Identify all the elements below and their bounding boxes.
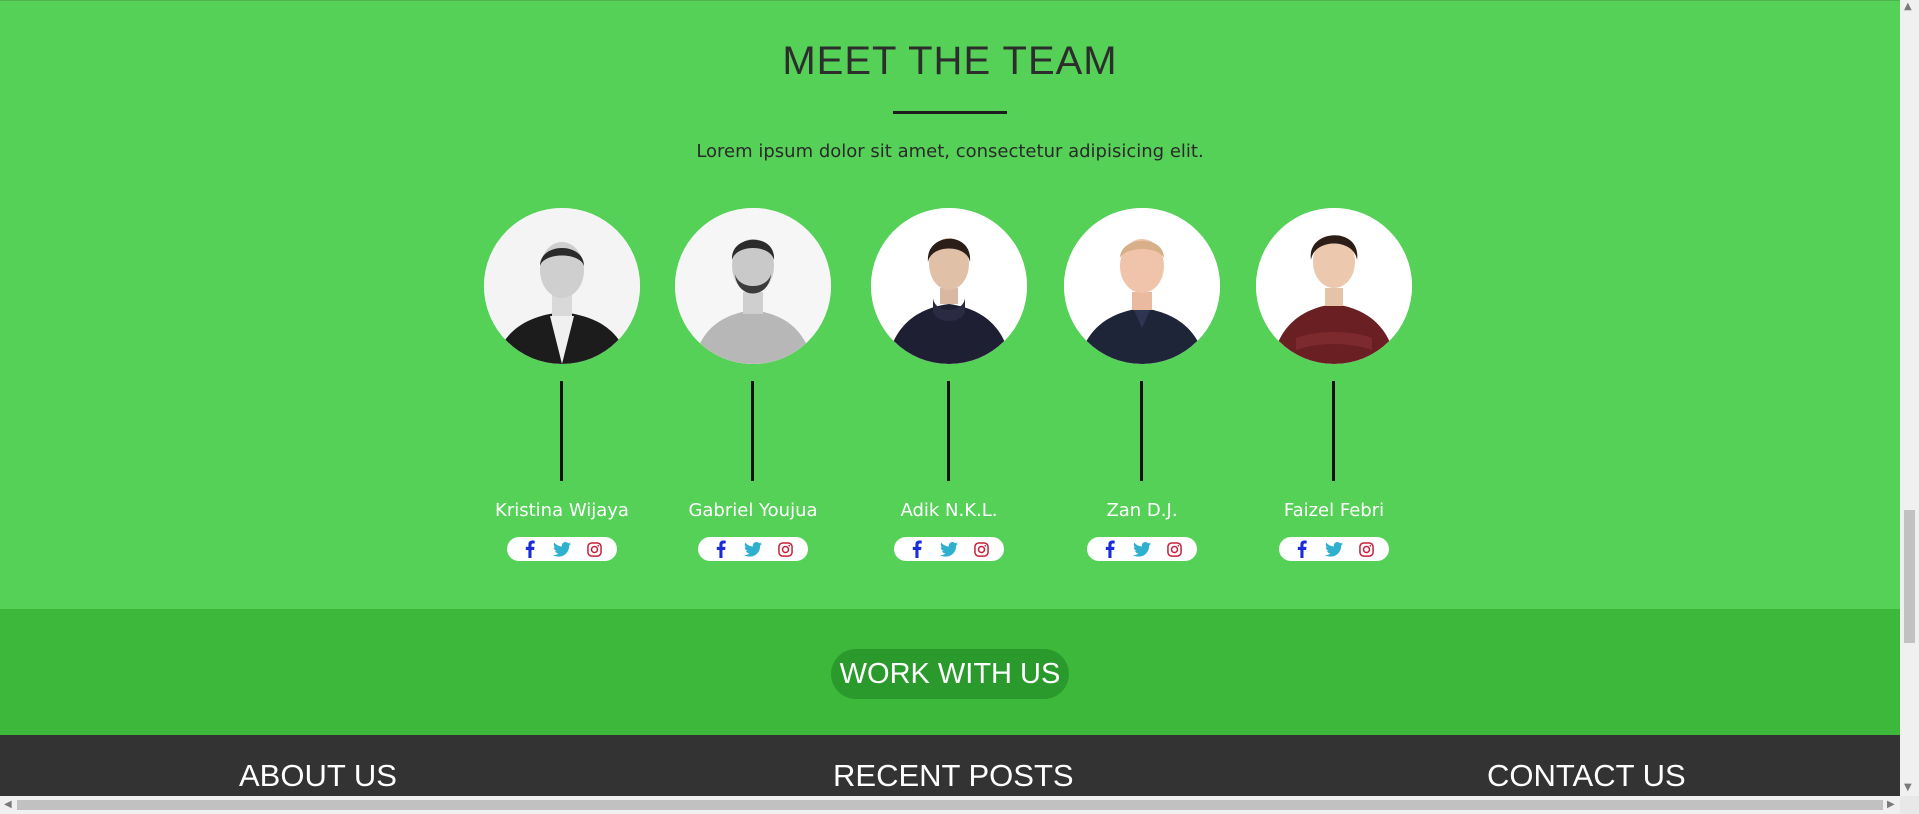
team-member-card: Adik N.K.L. <box>849 208 1049 564</box>
member-photo <box>675 208 831 364</box>
member-connector <box>560 381 563 481</box>
team-member-card: Zan D.J. <box>1042 208 1242 564</box>
member-name: Zan D.J. <box>1106 500 1178 521</box>
page-viewport: MEET THE TEAM Lorem ipsum dolor sit amet… <box>0 0 1900 796</box>
scroll-left-icon[interactable]: ◀ <box>4 800 12 810</box>
scroll-right-icon[interactable]: ▶ <box>1887 800 1895 810</box>
footer-about-heading: ABOUT US <box>239 758 397 793</box>
instagram-icon[interactable] <box>776 539 796 559</box>
scroll-up-icon[interactable]: ▲ <box>1904 2 1912 12</box>
facebook-icon[interactable] <box>520 539 540 559</box>
social-links <box>894 537 1004 561</box>
member-name: Faizel Febri <box>1283 500 1385 521</box>
team-member-card: Faizel Febri <box>1234 208 1434 564</box>
footer-contact-heading: CONTACT US <box>1487 758 1686 793</box>
team-section: MEET THE TEAM Lorem ipsum dolor sit amet… <box>0 0 1900 609</box>
member-photo <box>1064 208 1220 364</box>
facebook-icon[interactable] <box>711 539 731 559</box>
horizontal-scrollbar[interactable]: ◀ ▶ <box>0 796 1900 814</box>
twitter-icon[interactable] <box>1324 539 1344 559</box>
facebook-icon[interactable] <box>1100 539 1120 559</box>
member-photo <box>1256 208 1412 364</box>
member-photo <box>484 208 640 364</box>
title-divider <box>893 111 1007 114</box>
footer-recent-posts-heading: RECENT POSTS <box>833 758 1074 793</box>
social-links <box>1087 537 1197 561</box>
scroll-down-icon[interactable]: ▼ <box>1904 783 1912 793</box>
twitter-icon[interactable] <box>939 539 959 559</box>
member-name: Kristina Wijaya <box>495 500 629 521</box>
team-member-card: Kristina Wijaya <box>462 208 662 564</box>
team-member-card: Gabriel Youjua <box>653 208 853 564</box>
scrollbar-corner <box>1900 796 1919 814</box>
twitter-icon[interactable] <box>1132 539 1152 559</box>
cta-section: WORK WITH US <box>0 609 1900 735</box>
social-links <box>1279 537 1389 561</box>
footer: ABOUT US RECENT POSTS CONTACT US <box>0 735 1900 796</box>
facebook-icon[interactable] <box>907 539 927 559</box>
instagram-icon[interactable] <box>1165 539 1185 559</box>
instagram-icon[interactable] <box>585 539 605 559</box>
twitter-icon[interactable] <box>743 539 763 559</box>
member-photo <box>871 208 1027 364</box>
member-connector <box>1140 381 1143 481</box>
instagram-icon[interactable] <box>972 539 992 559</box>
vertical-scroll-thumb[interactable] <box>1904 510 1915 643</box>
work-with-us-button[interactable]: WORK WITH US <box>831 649 1069 699</box>
social-links <box>698 537 808 561</box>
horizontal-scroll-thumb[interactable] <box>17 800 1883 810</box>
facebook-icon[interactable] <box>1292 539 1312 559</box>
instagram-icon[interactable] <box>1357 539 1377 559</box>
team-title: MEET THE TEAM <box>782 39 1118 83</box>
member-name: Gabriel Youjua <box>688 500 818 521</box>
twitter-icon[interactable] <box>552 539 572 559</box>
member-connector <box>1332 381 1335 481</box>
member-name: Adik N.K.L. <box>900 500 998 521</box>
member-connector <box>947 381 950 481</box>
team-subtitle: Lorem ipsum dolor sit amet, consectetur … <box>696 141 1204 162</box>
member-connector <box>751 381 754 481</box>
social-links <box>507 537 617 561</box>
vertical-scrollbar[interactable]: ▲ ▼ <box>1900 0 1919 796</box>
